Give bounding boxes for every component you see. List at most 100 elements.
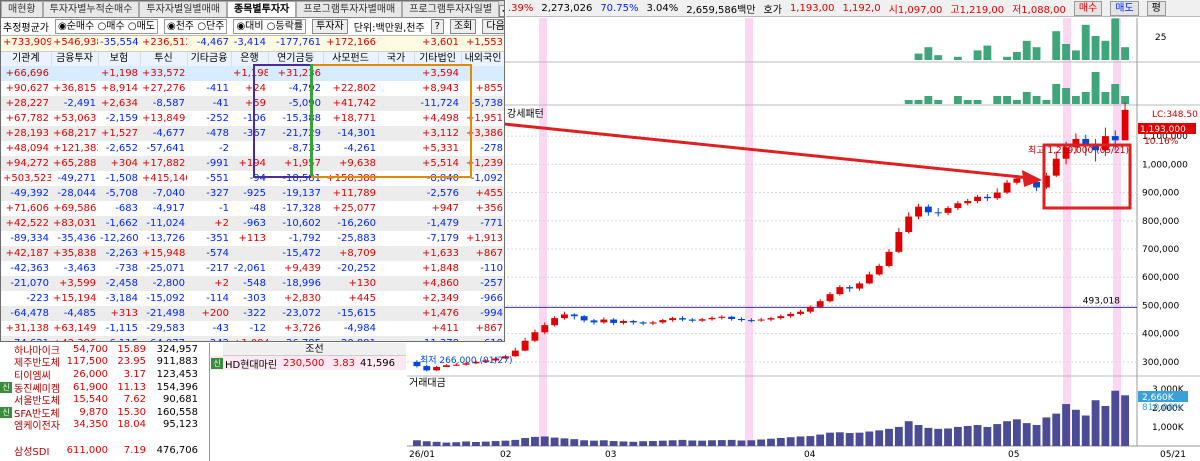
summary-row[interactable]: +733,909 +546,938 -35,554 +236,512 -4,467 -3,… xyxy=(1,36,504,52)
tab-prev-icon[interactable]: ◀ xyxy=(499,5,504,17)
tab-trading-status[interactable]: 매현황 xyxy=(1,1,43,17)
candle-body xyxy=(1111,136,1119,141)
table-row[interactable]: +66,696 +1,198 +33,572 +1,198 +31,236 +3,594 xyxy=(1,66,504,81)
compare-radio[interactable]: ◉대비 xyxy=(236,21,263,32)
sector-header: 조선 xyxy=(223,343,406,356)
table-row[interactable]: -223 +15,194 -3,184 -15,092 -114 -303 +2,830 +4… xyxy=(1,291,504,306)
stock-volume: 90,681 xyxy=(163,394,198,406)
candle-body xyxy=(797,311,804,314)
volume-bar xyxy=(1081,415,1090,446)
investor-button[interactable]: 투자자 xyxy=(312,19,348,34)
table-row[interactable]: +94,272 +65,288 +304 +17,882 -991 +194 +1,957 +… xyxy=(1,156,504,171)
volume-bar xyxy=(649,441,657,446)
volume-bar xyxy=(511,439,520,446)
table-cell xyxy=(323,66,378,81)
tab-nav: ◀ ▶ ✕ xyxy=(499,5,504,17)
net-buy-radio[interactable]: ◉순매수 xyxy=(58,21,94,32)
high-price: 고1,219,00 xyxy=(950,4,1005,16)
tab-investor-daily[interactable]: 투자자별일별매매 xyxy=(139,1,228,17)
sell-button[interactable]: 매도 xyxy=(1110,0,1139,16)
stock-pct: 15.30 xyxy=(117,406,146,418)
column-header[interactable]: 투신 xyxy=(140,51,188,66)
table-cell xyxy=(378,186,414,201)
table-cell: -925 xyxy=(231,186,268,201)
table-cell: +2 xyxy=(187,216,231,231)
candle-body xyxy=(856,283,863,289)
column-header[interactable]: 사모펀드 xyxy=(323,51,379,66)
candle-body xyxy=(423,366,431,371)
table-row[interactable]: -74,621+42,396-6,115-64,077-242+1,094-26… xyxy=(1,336,504,341)
volume-pct-label: 810.08% xyxy=(1142,403,1182,413)
table-row[interactable]: -49,392 -28,044 -5,708 -7,040 -327 -925 -19,13… xyxy=(1,186,504,201)
volume-bar xyxy=(953,426,962,446)
table-row[interactable]: +28,193 +68,217 +1,527 -4,677 -478 -367 -21,72… xyxy=(1,126,504,141)
table-cell: -351 xyxy=(206,232,229,244)
volume-bar xyxy=(413,440,421,446)
tab-program-investor[interactable]: 프로그램투자자별매매 xyxy=(296,1,403,17)
table-row[interactable]: -21,070 +3,599 -2,458 -2,800 +2 -548 -18,996 +1… xyxy=(1,276,504,291)
table-cell: -2,576 xyxy=(414,186,461,201)
help-button[interactable]: ? xyxy=(430,19,444,34)
query-button[interactable]: 조회 xyxy=(449,19,477,34)
table-cell xyxy=(378,216,414,231)
column-header[interactable]: 연기금등 xyxy=(268,51,324,66)
table-row[interactable]: +503,523 -49,271 -1,508 +415,140 -551 -94 -18,… xyxy=(1,171,504,186)
table-row[interactable]: +71,606 +69,586 -683 -4,917 -1 -48 -17,328 +25,… xyxy=(1,201,504,216)
table-row[interactable]: -64,478 -4,485 +313 -21,498 +200 -322 -23,072-… xyxy=(1,306,504,321)
trade-amount: 2,659,586백만 xyxy=(686,4,756,16)
unit-group: ◉천주 ○단주 xyxy=(163,19,228,34)
volume-bar xyxy=(727,439,736,446)
price-info-bar: .39% 2,273,026 70.75% 3.04% 2,659,586백만 … xyxy=(506,0,1200,17)
table-row[interactable]: +31,138 +63,149 -1,115 -29,583 -43 -12 +3,726 -… xyxy=(1,321,504,336)
sector-row[interactable]: 신 HD현대마린 230,500 3.83 41,596 xyxy=(211,356,406,371)
mid-bar xyxy=(1081,92,1090,104)
candle-body xyxy=(649,322,657,324)
upper-bar xyxy=(1071,50,1080,60)
table-row[interactable]: +42,187 +35,838 -2,263 +15,948 -574 -15,472 +8… xyxy=(1,246,504,261)
column-header[interactable]: 기타법인 xyxy=(414,51,462,66)
candle-body xyxy=(669,318,677,321)
volume-bar xyxy=(619,441,628,446)
column-header[interactable]: 기타금융 xyxy=(187,51,232,66)
table-cell: -23,072 xyxy=(268,306,323,321)
table-cell: +2,634 xyxy=(98,96,140,111)
column-header[interactable]: 내외국인 xyxy=(461,51,504,66)
table-row[interactable]: +28,227 -2,491 +2,634 -8,587 -41 +59 -5,090 +41… xyxy=(1,96,504,111)
table-cell: +236,512 xyxy=(140,36,187,52)
table-cell: -5,738 xyxy=(461,96,504,111)
tab-stock-investor[interactable]: 종목별투자자 xyxy=(227,1,297,17)
buy-button[interactable]: 매수 xyxy=(1073,0,1103,16)
tab-program-daily[interactable]: 프로그램투자자일별 xyxy=(402,1,500,17)
table-cell: +22,802 xyxy=(332,82,376,94)
table-row[interactable]: +48,094 +121,383 -2,652 -57,641 -2 -8,733 -4,2… xyxy=(1,141,504,156)
column-header[interactable]: 국가 xyxy=(378,51,415,66)
table-cell: +1,239 xyxy=(461,156,504,171)
current-price-label: 1,193,000 xyxy=(1140,125,1186,135)
thousand-shares-radio[interactable]: ◉천주 xyxy=(167,21,194,32)
table-row[interactable]: -42,363 -3,463 -738 -25,071 -217 -2,061 +9,439… xyxy=(1,261,504,276)
list-item[interactable]: 엠케이전자 34,350 18.04 95,123 xyxy=(0,419,209,432)
stock-volume: 154,396 xyxy=(156,381,198,393)
column-header[interactable]: 은행 xyxy=(231,51,269,66)
table-cell: -18,996 xyxy=(268,276,323,291)
tab-investor-cumulative[interactable]: 투자자별누적순매수 xyxy=(42,1,140,17)
header-row[interactable]: 기관계 금융투자 보험 투신 기타금융 은행 연기금등 사모펀드 국가 기타법인 내외국인 xyxy=(1,51,504,66)
sell-radio[interactable]: ○매도 xyxy=(128,21,155,32)
table-cell: +17,882 xyxy=(140,156,187,171)
table-row[interactable]: +90,627 +36,815 +8,914 +27,276 -411 +24 -4,792… xyxy=(1,81,504,96)
next-button[interactable]: 다음 xyxy=(482,19,504,34)
single-shares-radio[interactable]: ○단주 xyxy=(197,21,224,32)
table-row[interactable]: +42,522 +83,031 -1,662 -11,024 +2 -963 -10,602… xyxy=(1,216,504,231)
avg-button[interactable]: 평 xyxy=(1146,0,1166,16)
avg-price-checkbox[interactable]: 추정평균가 xyxy=(3,19,49,34)
column-header[interactable]: 보험 xyxy=(98,51,141,66)
list-item[interactable]: 삼성SDI 611,000 7.19 476,706 xyxy=(0,444,209,458)
table-row[interactable]: -89,334 -35,436 -12,260 -13,726 -351 +113 -1,7… xyxy=(1,231,504,246)
table-cell: +31,236 xyxy=(268,66,323,81)
table-row[interactable]: +67,782 +53,063 -2,159 +13,849 -252 -106 -15,3… xyxy=(1,111,504,126)
change-rate-radio[interactable]: ○등락률 xyxy=(267,21,303,32)
column-header[interactable]: 기관계 xyxy=(1,51,52,66)
column-header[interactable]: 금융투자 xyxy=(51,51,99,66)
candle-body xyxy=(787,313,795,317)
buy-radio[interactable]: ○매수 xyxy=(98,21,125,32)
